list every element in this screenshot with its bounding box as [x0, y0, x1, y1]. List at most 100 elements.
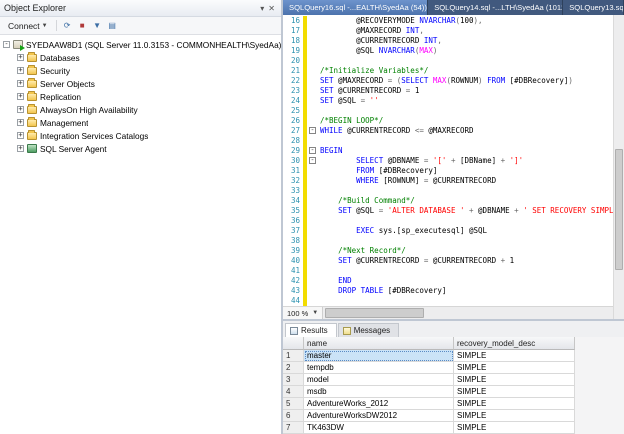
- table-row: 7TK463DWSIMPLE: [283, 422, 624, 434]
- stop-icon[interactable]: ■: [76, 19, 89, 32]
- server-node-label: SYEDAAW8D1 (SQL Server 11.0.3153 - COMMO…: [23, 40, 281, 50]
- connect-button[interactable]: Connect ▼: [4, 19, 52, 33]
- row-number-cell[interactable]: 7: [283, 422, 304, 434]
- cell-name[interactable]: AdventureWorks_2012: [304, 398, 454, 410]
- tree-node-label: AlwaysOn High Availability: [37, 105, 138, 115]
- tab-messages[interactable]: Messages: [338, 323, 399, 337]
- fold-margin: [307, 136, 318, 146]
- row-number-cell[interactable]: 4: [283, 386, 304, 398]
- code-token: '[': [433, 156, 447, 165]
- code-text: /*Initialize Variables*/: [318, 66, 613, 76]
- cell-recovery-model-desc[interactable]: SIMPLE: [454, 350, 575, 362]
- code-text: END: [318, 276, 613, 286]
- document-tab[interactable]: SQLQuery13.sq: [563, 0, 624, 15]
- row-number-cell[interactable]: 3: [283, 374, 304, 386]
- cell-recovery-model-desc[interactable]: SIMPLE: [454, 362, 575, 374]
- object-explorer-titlebar: Object Explorer ▾ ✕: [0, 0, 281, 17]
- row-number-cell[interactable]: 2: [283, 362, 304, 374]
- cell-name[interactable]: model: [304, 374, 454, 386]
- code-token: ): [478, 76, 487, 85]
- code-editor[interactable]: 16 @RECOVERYMODE NVARCHAR(100),17 @MAXRE…: [283, 15, 613, 319]
- filter-icon[interactable]: ▼: [91, 19, 104, 32]
- refresh-icon[interactable]: ⟳: [61, 19, 74, 32]
- folder-icon: [27, 132, 37, 140]
- tree-node[interactable]: +Management: [3, 116, 281, 129]
- fold-margin: [307, 236, 318, 246]
- tree-node[interactable]: +Security: [3, 64, 281, 77]
- collapse-icon[interactable]: -: [309, 127, 316, 134]
- expand-icon[interactable]: +: [17, 80, 24, 87]
- code-token: @RECOVERYMODE: [320, 16, 419, 25]
- collapse-icon[interactable]: -: [309, 157, 316, 164]
- tree-node[interactable]: +SQL Server Agent: [3, 142, 281, 155]
- code-text: SET @SQL = '': [318, 96, 613, 106]
- code-line: 37 EXEC sys.[sp_executesql] @SQL: [283, 226, 613, 236]
- document-tab[interactable]: SQLQuery16.sql -...EALTH\SyedAa (54))*✕: [283, 0, 428, 15]
- folder-icon: [27, 106, 37, 114]
- cell-recovery-model-desc[interactable]: SIMPLE: [454, 374, 575, 386]
- tree-node[interactable]: +Server Objects: [3, 77, 281, 90]
- fold-margin: [307, 46, 318, 56]
- table-row: 5AdventureWorks_2012SIMPLE: [283, 398, 624, 410]
- expand-icon[interactable]: +: [17, 132, 24, 139]
- cell-recovery-model-desc[interactable]: SIMPLE: [454, 398, 575, 410]
- collapse-icon[interactable]: -: [309, 147, 316, 154]
- chevron-down-icon: ▼: [312, 310, 318, 316]
- expand-icon[interactable]: +: [17, 119, 24, 126]
- code-token: INT: [406, 26, 420, 35]
- window-position-icon[interactable]: ▾: [258, 4, 266, 13]
- grid-corner-header[interactable]: [283, 337, 304, 350]
- expand-icon[interactable]: +: [17, 145, 24, 152]
- code-line: 39 /*Next Record*/: [283, 246, 613, 256]
- object-explorer-title: Object Explorer: [4, 3, 66, 13]
- code-text: @MAXRECORD INT,: [318, 26, 613, 36]
- fold-margin: [307, 76, 318, 86]
- code-token: [#DBRecovery]: [383, 286, 446, 295]
- tree-children: +Databases+Security+Server Objects+Repli…: [3, 51, 281, 155]
- cell-name[interactable]: tempdb: [304, 362, 454, 374]
- document-tab[interactable]: SQLQuery14.sql -...LTH\SyedAa (1012))*: [428, 0, 563, 15]
- horizontal-scrollbar-thumb[interactable]: [325, 308, 424, 318]
- cell-name[interactable]: TK463DW: [304, 422, 454, 434]
- tree-node-server[interactable]: - SYEDAAW8D1 (SQL Server 11.0.3153 - COM…: [3, 38, 281, 51]
- zoom-selector[interactable]: 100 % ▼: [283, 307, 323, 319]
- code-text: /*BEGIN LOOP*/: [318, 116, 613, 126]
- code-text: [318, 266, 613, 276]
- folder-icon: [27, 93, 37, 101]
- tree-node[interactable]: +Replication: [3, 90, 281, 103]
- row-number-cell[interactable]: 1: [283, 350, 304, 362]
- line-number: 23: [283, 86, 303, 96]
- code-line: 36: [283, 216, 613, 226]
- tree-node[interactable]: +Integration Services Catalogs: [3, 129, 281, 142]
- cell-name[interactable]: msdb: [304, 386, 454, 398]
- vertical-scrollbar-thumb[interactable]: [615, 149, 623, 271]
- document-tab-label: SQLQuery13.sq: [569, 3, 623, 12]
- horizontal-scrollbar[interactable]: [323, 307, 613, 319]
- column-header-name[interactable]: name: [304, 337, 454, 350]
- cell-recovery-model-desc[interactable]: SIMPLE: [454, 410, 575, 422]
- collapse-icon[interactable]: -: [3, 41, 10, 48]
- tab-results[interactable]: Results: [285, 323, 337, 337]
- cell-recovery-model-desc[interactable]: SIMPLE: [454, 386, 575, 398]
- row-number-cell[interactable]: 6: [283, 410, 304, 422]
- tree-node[interactable]: +Databases: [3, 51, 281, 64]
- table-row: 6AdventureWorksDW2012SIMPLE: [283, 410, 624, 422]
- tree-node[interactable]: + AlwaysOn High Availability: [3, 103, 281, 116]
- expand-icon[interactable]: +: [17, 67, 24, 74]
- cell-name[interactable]: AdventureWorksDW2012: [304, 410, 454, 422]
- agent-icon: [27, 144, 37, 153]
- code-token: FROM: [487, 76, 505, 85]
- column-header-recovery-model-desc[interactable]: recovery_model_desc: [454, 337, 575, 350]
- cell-name[interactable]: master: [304, 350, 454, 362]
- expand-icon[interactable]: +: [17, 93, 24, 100]
- vertical-scrollbar[interactable]: [613, 15, 624, 319]
- code-token: @CURRENTRECORD: [334, 86, 406, 95]
- expand-icon[interactable]: +: [17, 54, 24, 61]
- fold-margin: -: [307, 156, 318, 166]
- code-token: [DBName]: [455, 156, 500, 165]
- row-number-cell[interactable]: 5: [283, 398, 304, 410]
- expand-icon[interactable]: +: [17, 106, 24, 113]
- close-icon[interactable]: ✕: [266, 4, 277, 13]
- cell-recovery-model-desc[interactable]: SIMPLE: [454, 422, 575, 434]
- properties-icon[interactable]: ▤: [106, 19, 119, 32]
